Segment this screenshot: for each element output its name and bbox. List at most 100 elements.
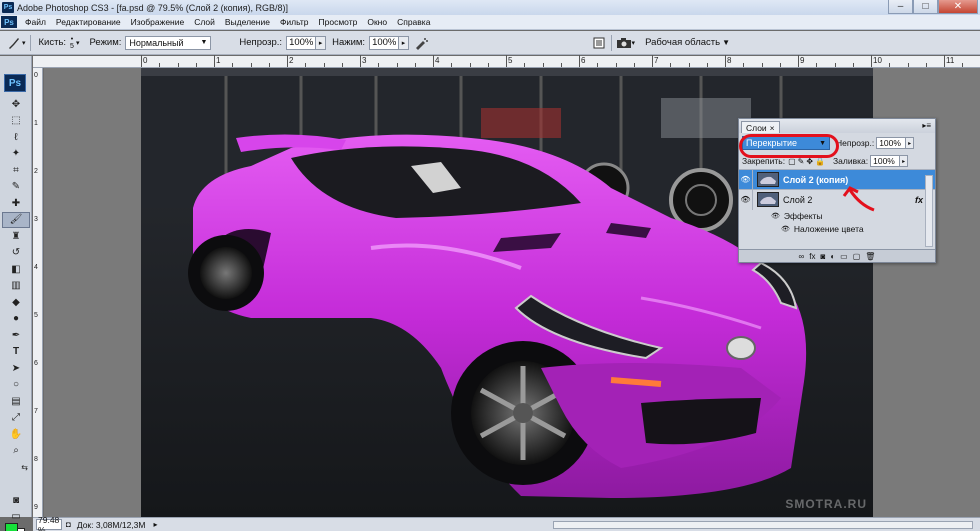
ruler-tick [177,63,179,67]
link-layers-icon[interactable]: ∞ [799,252,805,261]
visibility-eye-icon[interactable]: 👁 [739,189,753,210]
pressure-arrow-icon[interactable]: ▸ [399,35,410,50]
swap-colors-icon[interactable]: ⇆ [2,459,30,476]
adjustment-layer-icon[interactable]: ◐ [830,252,835,261]
palette-well-icon[interactable] [591,35,607,51]
zoom-level-input[interactable]: 79.48 % [36,515,62,531]
menu-image[interactable]: Изображение [126,17,190,27]
ruler-tick [396,63,398,67]
effect-item-row[interactable]: 👁 Наложение цвета [739,222,935,235]
ruler-tick-label: 4 [435,56,440,65]
brush-size-picker[interactable]: • 5 [70,36,74,50]
delete-layer-icon[interactable]: 🗑 [865,252,875,261]
minimize-button[interactable]: – [888,0,913,14]
path-select-icon[interactable]: ➤ [2,360,30,377]
menu-select[interactable]: Выделение [220,17,275,27]
ps-menu-icon[interactable]: Ps [1,16,17,28]
effects-label: Эффекты [783,210,823,221]
eyedropper-icon[interactable]: ⤢ [2,410,30,427]
ruler-tick [871,55,872,67]
fill-arrow-icon[interactable]: ▸ [900,155,909,167]
magic-wand-icon[interactable]: ✦ [2,146,30,163]
crop-tool-icon[interactable]: ⌗ [2,162,30,179]
ps-logo[interactable]: Ps [4,74,26,92]
eraser-tool-icon[interactable]: ◧ [2,261,30,278]
effect-eye-icon[interactable]: 👁 [771,212,780,220]
layers-tab[interactable]: Слои × [741,121,780,133]
horizontal-scrollbar[interactable] [553,521,973,529]
ruler-tick [250,63,252,67]
hand-tool-icon[interactable]: ✋ [2,426,30,443]
brush-dropdown-icon[interactable]: ▾ [76,39,80,47]
marquee-tool-icon[interactable]: ⬚ [2,113,30,130]
menu-edit[interactable]: Редактирование [51,17,126,27]
fill-input[interactable]: 100% [870,155,901,167]
status-settings-icon[interactable]: ◘ [66,520,71,529]
layer-opacity-input[interactable]: 100% [876,137,907,149]
visibility-eye-icon[interactable]: 👁 [739,169,753,190]
effect-eye-icon[interactable]: 👁 [781,225,790,233]
layers-tab-bar: Слои × ▸≡ [739,119,935,133]
slice-tool-icon[interactable]: ✎ [2,179,30,196]
screen-mode-icon[interactable]: ▭ [2,508,30,525]
move-tool-icon[interactable]: ✥ [2,96,30,113]
type-tool-icon[interactable]: T [2,344,30,361]
layer-opacity-arrow-icon[interactable]: ▸ [906,137,915,149]
stamp-tool-icon[interactable]: ♜ [2,228,30,245]
layer-thumbnail [757,172,779,187]
gradient-tool-icon[interactable]: ▥ [2,278,30,295]
layer-row-copy[interactable]: 👁 Слой 2 (копия) [739,169,935,190]
close-button[interactable]: ✕ [938,0,978,14]
ruler-tick [834,63,836,67]
new-group-icon[interactable]: ▭ [840,252,848,261]
shape-tool-icon[interactable]: ○ [2,377,30,394]
maximize-button[interactable]: □ [913,0,938,14]
layers-scrollbar[interactable] [925,175,933,247]
toolbox: Ps ✥ ⬚ ℓ ✦ ⌗ ✎ ✚ 🖌 ♜ ↺ ◧ ▥ ◆ ● ✒ T ➤ ○ ▤… [0,56,32,531]
menu-layer[interactable]: Слой [189,17,220,27]
ruler-tick [725,55,726,67]
layer-row-base[interactable]: 👁 Слой 2 fx [739,189,935,210]
add-style-icon[interactable]: fx [809,252,815,261]
panel-menu-icon[interactable]: ▸≡ [922,121,931,130]
airbrush-icon[interactable] [413,35,429,51]
watermark: SMOTRA.RU [785,497,867,511]
ruler-tick-label: 9 [34,504,38,511]
menu-window[interactable]: Окно [362,17,392,27]
divider [610,34,612,51]
add-mask-icon[interactable]: ◙ [820,252,825,261]
menu-file[interactable]: Файл [20,17,51,27]
healing-brush-icon[interactable]: ✚ [2,195,30,212]
dodge-tool-icon[interactable]: ● [2,311,30,328]
layer-thumbnail [757,192,779,207]
close-tab-icon[interactable]: × [770,123,775,133]
workspace-menu[interactable]: Рабочая область [645,37,720,48]
lasso-tool-icon[interactable]: ℓ [2,129,30,146]
menu-view[interactable]: Просмотр [314,17,363,27]
pressure-input[interactable]: 100% [369,35,400,50]
menu-filter[interactable]: Фильтр [275,17,314,27]
doc-info: Док: 3,08M/12,3M [76,519,146,530]
fx-icon[interactable]: fx [915,195,923,205]
preset-dropdown-icon[interactable]: ▾ [22,39,26,47]
history-brush-icon[interactable]: ↺ [2,245,30,262]
blur-tool-icon[interactable]: ◆ [2,294,30,311]
opacity-input[interactable]: 100% [286,35,317,50]
camera-icon[interactable] [616,35,632,51]
new-layer-icon[interactable]: ▢ [853,252,861,261]
menu-help[interactable]: Справка [392,17,435,27]
opacity-arrow-icon[interactable]: ▸ [316,35,327,50]
notes-tool-icon[interactable]: ▤ [2,393,30,410]
brush-tool-preset-icon[interactable] [6,35,22,51]
ruler-tick [451,63,453,67]
pen-tool-icon[interactable]: ✒ [2,327,30,344]
camera-dropdown-icon[interactable]: ▾ [632,39,636,47]
workspace-dropdown-icon[interactable]: ▼ [722,38,730,47]
zoom-tool-icon[interactable]: ⌕ [2,443,30,460]
mode-select[interactable]: Нормальный ▼ [125,35,212,50]
status-menu-icon[interactable]: ▸ [153,520,157,529]
brush-tool-icon[interactable]: 🖌 [2,211,30,228]
effects-row[interactable]: 👁 Эффекты [739,209,935,222]
quick-mask-icon[interactable]: ◙ [2,492,30,509]
ruler-tick [414,63,416,67]
